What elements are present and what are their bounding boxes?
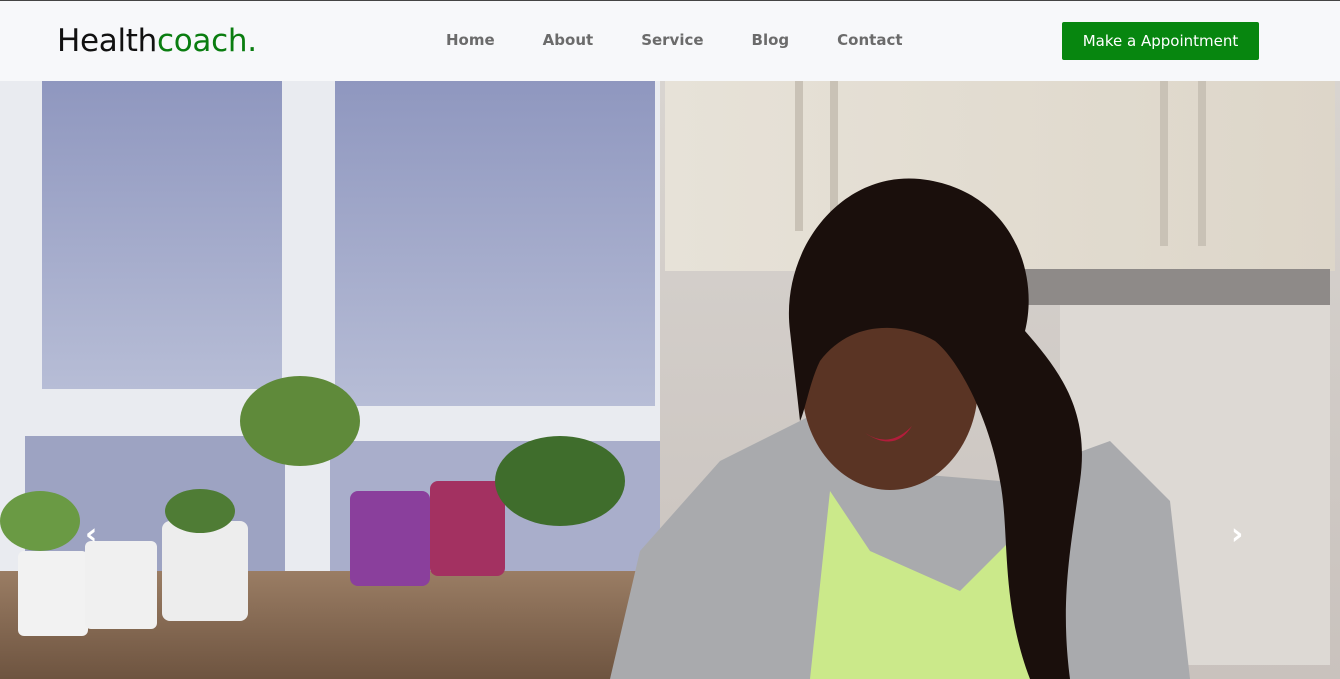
nav-service[interactable]: Service — [641, 31, 703, 49]
logo-main: Health — [57, 23, 157, 59]
make-appointment-button[interactable]: Make a Appointment — [1062, 22, 1259, 60]
plant-pot — [85, 541, 157, 629]
cabinet-handle — [1160, 81, 1168, 246]
plant-leaves — [240, 376, 360, 466]
plant-leaves — [495, 436, 625, 526]
window-pane-left — [42, 81, 282, 389]
nav-home[interactable]: Home — [446, 31, 495, 49]
logo-accent: coach. — [157, 23, 257, 59]
plant-pot — [350, 491, 430, 586]
hero-carousel: ‹ › — [0, 81, 1340, 679]
site-header: Healthcoach. Home About Service Blog Con… — [0, 1, 1340, 81]
nav-contact[interactable]: Contact — [837, 31, 902, 49]
nav-about[interactable]: About — [543, 31, 594, 49]
plant-pot — [430, 481, 505, 576]
cabinet-handle — [1198, 81, 1206, 246]
site-logo[interactable]: Healthcoach. — [57, 23, 257, 59]
main-nav: Home About Service Blog Contact — [446, 31, 951, 49]
plant-leaves — [165, 489, 235, 533]
plant-pot — [18, 551, 88, 636]
cabinet-handle — [795, 81, 803, 231]
plant-leaves — [0, 491, 80, 551]
window-pane-mid — [335, 81, 655, 406]
backsplash-shadow — [1010, 269, 1330, 305]
plant-pot — [162, 521, 248, 621]
chevron-right-icon[interactable]: › — [1231, 517, 1243, 552]
nav-blog[interactable]: Blog — [752, 31, 790, 49]
hero-image — [0, 81, 1340, 679]
chevron-left-icon[interactable]: ‹ — [85, 517, 97, 552]
